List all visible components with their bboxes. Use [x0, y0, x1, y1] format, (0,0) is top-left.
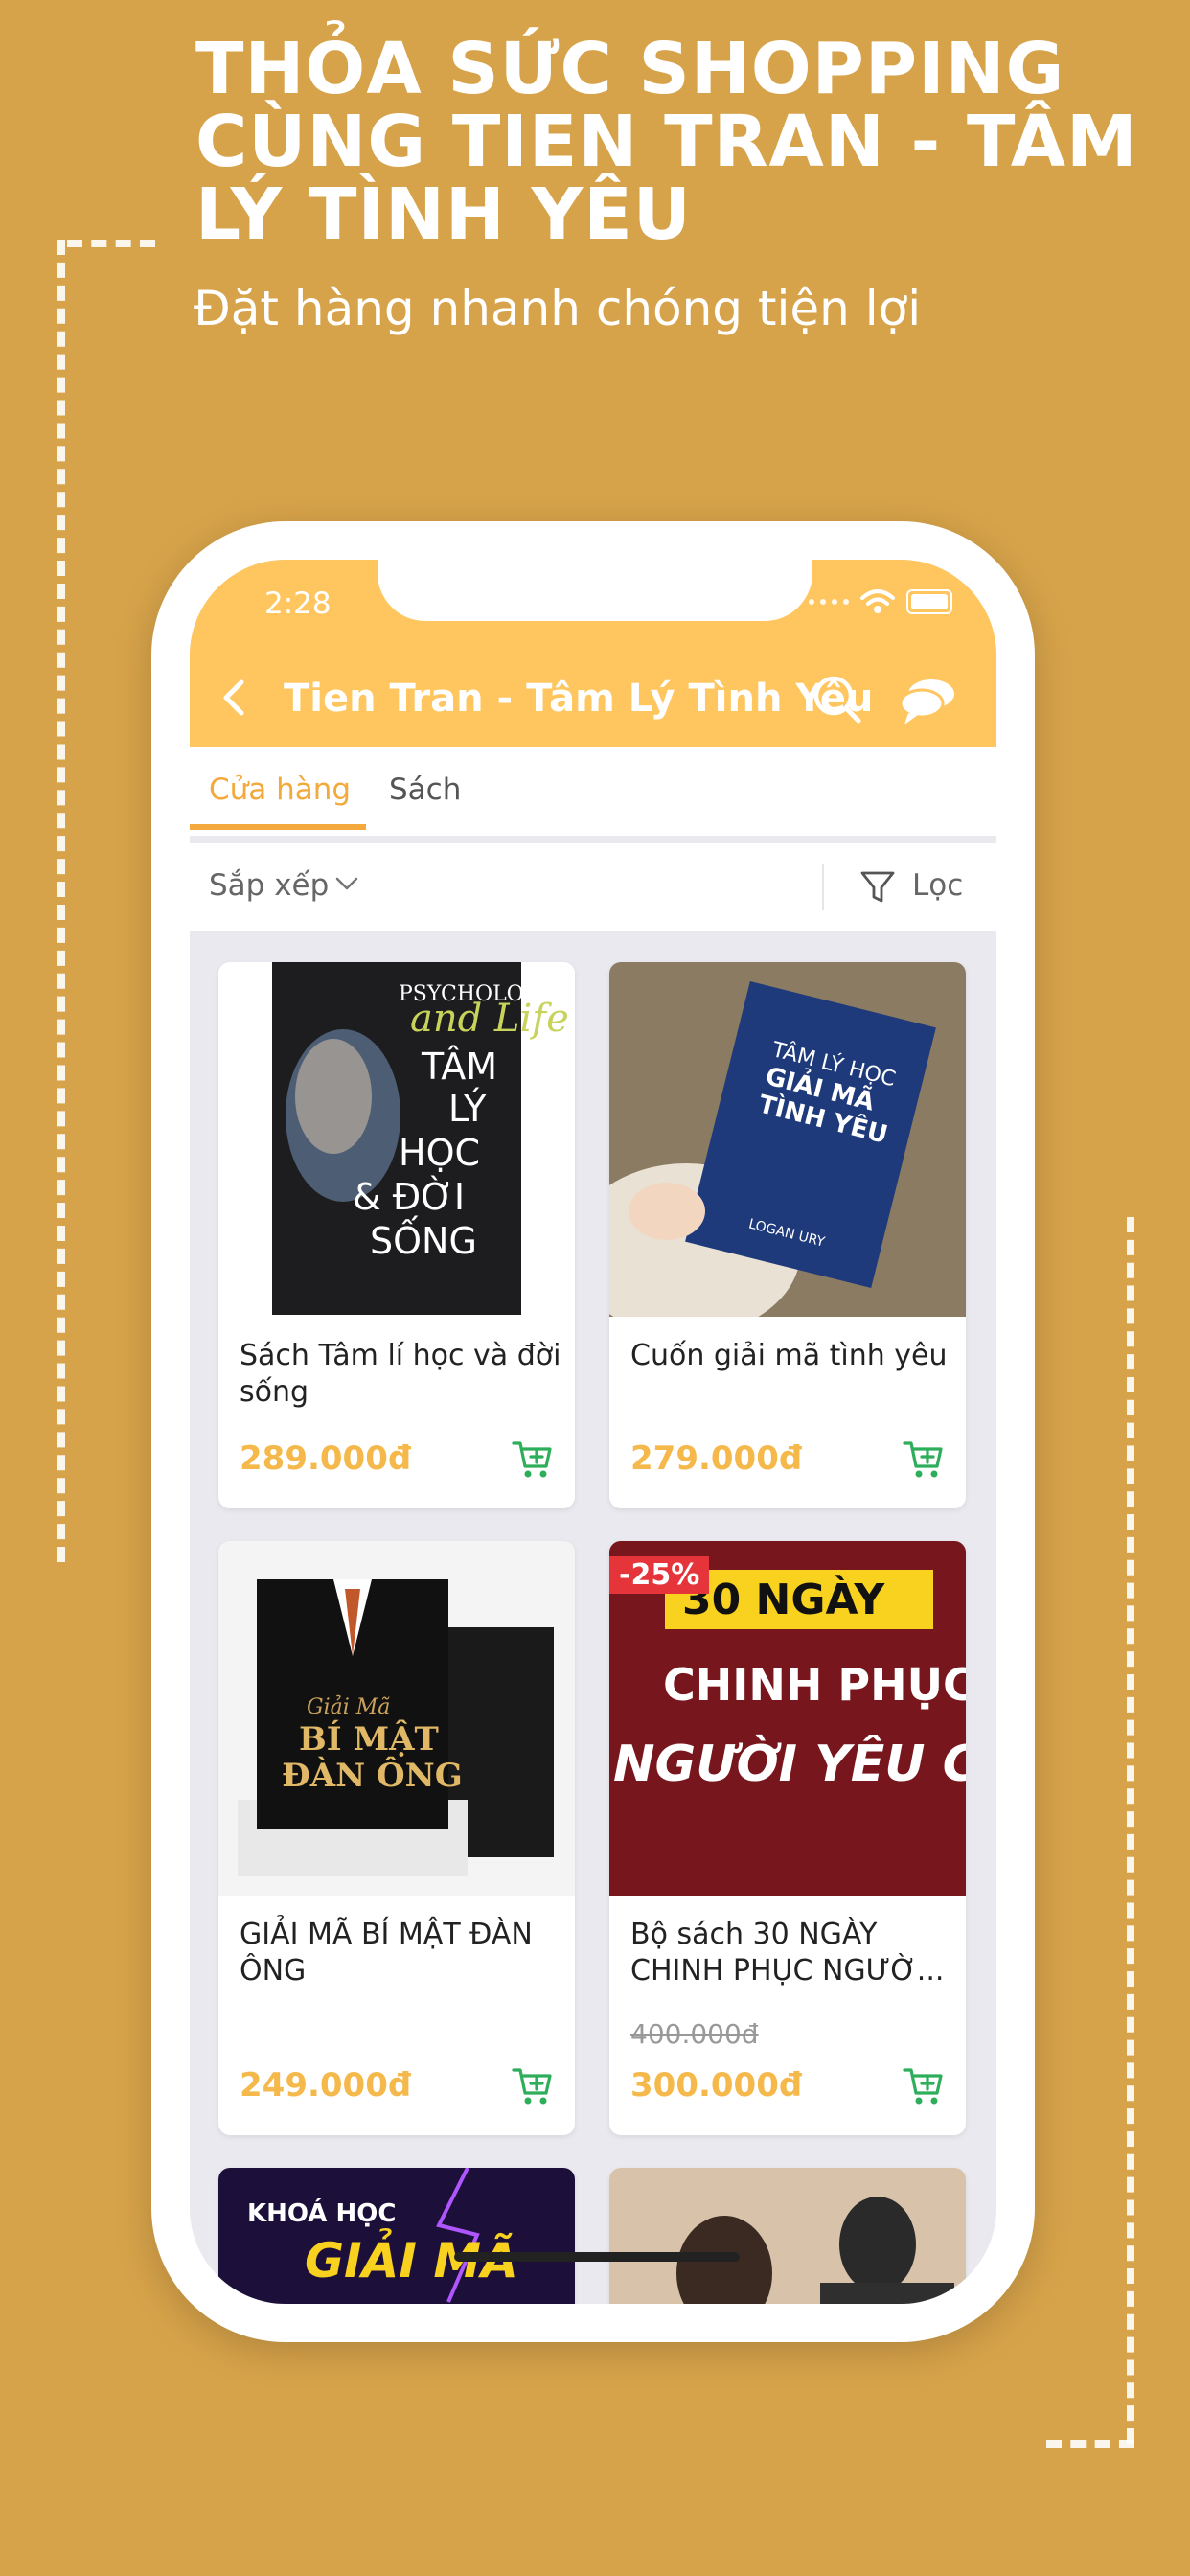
filter-icon[interactable]: [858, 868, 897, 907]
product-name: Cuốn giải mã tình yêu: [630, 1339, 948, 1372]
product-card[interactable]: Giải Mã BÍ MẬT ĐÀN ÔNG GIẢI MÃ BÍ MẬT ĐÀ…: [218, 1541, 575, 2135]
product-price: 300.000đ: [630, 2066, 803, 2104]
filter-button[interactable]: Lọc: [912, 868, 963, 903]
product-image: [609, 2168, 966, 2304]
cover-text: HỌC: [399, 1132, 480, 1174]
product-name: Bộ sách 30 NGÀY CHINH PHỤC NGƯỜ...: [630, 1918, 945, 1988]
cover-text: and Life: [410, 997, 569, 1041]
discount-badge: -25%: [609, 1556, 710, 1594]
battery-icon: [906, 589, 952, 614]
cover-text: NGƯỜI YÊU CŨ: [613, 1735, 966, 1793]
product-name: GIẢI MÃ BÍ MẬT ĐÀN ÔNG: [240, 1918, 533, 1988]
cover-text: & ĐỜI: [353, 1176, 465, 1218]
product-image: KHOÁ HỌC GIẢI MÃ: [218, 2168, 575, 2304]
cover-text: 30 NGÀY: [682, 1574, 885, 1624]
cover-text: Giải Mã: [307, 1694, 390, 1719]
wifi-icon: [860, 589, 895, 613]
tab-bar: Cửa hàng Sách: [190, 748, 996, 836]
app-screen: 2:28 Tien Tran - Tâm Lý Tình Yêu Cửa hàn…: [190, 560, 996, 2304]
product-card[interactable]: TÂM LÝ HỌC GIẢI MÃ TÌNH YÊU LOGAN URY Cu…: [609, 962, 966, 1508]
product-image: PSYCHOLOGY and Life TÂM LÝ HỌC & ĐỜI SỐN…: [218, 962, 575, 1317]
cover-text: BÍ MẬT: [299, 1719, 439, 1759]
navigation-row: Tien Tran - Tâm Lý Tình Yêu: [190, 656, 996, 742]
add-to-cart-icon[interactable]: [903, 1438, 945, 1480]
sort-button[interactable]: Sắp xếp: [209, 868, 329, 903]
product-card[interactable]: KHOÁ HỌC GIẢI MÃ: [218, 2168, 575, 2304]
chevron-down-icon: [335, 877, 358, 890]
tab-books[interactable]: Sách: [389, 772, 461, 807]
tab-store[interactable]: Cửa hàng: [209, 772, 351, 807]
chat-icon[interactable]: [899, 677, 958, 726]
product-price: 249.000đ: [240, 2066, 412, 2104]
status-time: 2:28: [264, 586, 332, 621]
shop-title: Tien Tran - Tâm Lý Tình Yêu: [284, 677, 874, 721]
back-chevron-icon[interactable]: [217, 678, 255, 717]
product-old-price: 400.000đ: [630, 2018, 759, 2050]
cover-text: LÝ: [448, 1088, 487, 1130]
decorative-dashed-line-left: [57, 240, 73, 1562]
product-image: Giải Mã BÍ MẬT ĐÀN ÔNG: [218, 1541, 575, 1896]
product-card[interactable]: 30 NGÀY CHINH PHỤC NGƯỜI YÊU CŨ -25% Bộ …: [609, 1541, 966, 2135]
sort-filter-bar: Sắp xếp Lọc: [190, 843, 996, 932]
promo-subheadline: Đặt hàng nhanh chóng tiện lợi: [194, 281, 922, 336]
product-image: 30 NGÀY CHINH PHỤC NGƯỜI YÊU CŨ -25%: [609, 1541, 966, 1896]
product-price: 289.000đ: [240, 1439, 412, 1478]
add-to-cart-icon[interactable]: [512, 1438, 554, 1480]
phone-notch: [378, 560, 812, 621]
cover-text: ĐÀN ÔNG: [282, 1756, 463, 1795]
toolbar-divider: [822, 864, 824, 910]
cover-text: KHOÁ HỌC: [247, 2197, 396, 2228]
product-card[interactable]: [609, 2168, 966, 2304]
add-to-cart-icon[interactable]: [512, 2064, 554, 2106]
product-name: Sách Tâm lí học và đời sống: [240, 1339, 561, 1409]
cover-text: TÂM: [421, 1046, 497, 1088]
cover-text: CHINH PHỤC: [663, 1659, 966, 1711]
signal-icon: [809, 599, 849, 605]
decorative-dashed-line-bottom: [1046, 2440, 1134, 2448]
decorative-dashed-line-top: [67, 240, 155, 247]
active-tab-indicator: [190, 824, 366, 830]
decorative-dashed-line-right: [1127, 1217, 1134, 2444]
status-icons: [809, 588, 952, 615]
product-price: 279.000đ: [630, 1439, 803, 1478]
product-card[interactable]: PSYCHOLOGY and Life TÂM LÝ HỌC & ĐỜI SỐN…: [218, 962, 575, 1508]
phone-frame: 2:28 Tien Tran - Tâm Lý Tình Yêu Cửa hàn…: [151, 521, 1035, 2342]
product-image: TÂM LÝ HỌC GIẢI MÃ TÌNH YÊU LOGAN URY: [609, 962, 966, 1317]
home-indicator: [454, 2252, 740, 2262]
cover-text: SỐNG: [370, 1216, 477, 1262]
search-icon[interactable]: [811, 673, 864, 726]
promo-headline: THỎA SỨC SHOPPING CÙNG TIEN TRAN - TÂM L…: [195, 28, 1138, 256]
top-app-bar: 2:28 Tien Tran - Tâm Lý Tình Yêu: [190, 560, 996, 748]
add-to-cart-icon[interactable]: [903, 2064, 945, 2106]
